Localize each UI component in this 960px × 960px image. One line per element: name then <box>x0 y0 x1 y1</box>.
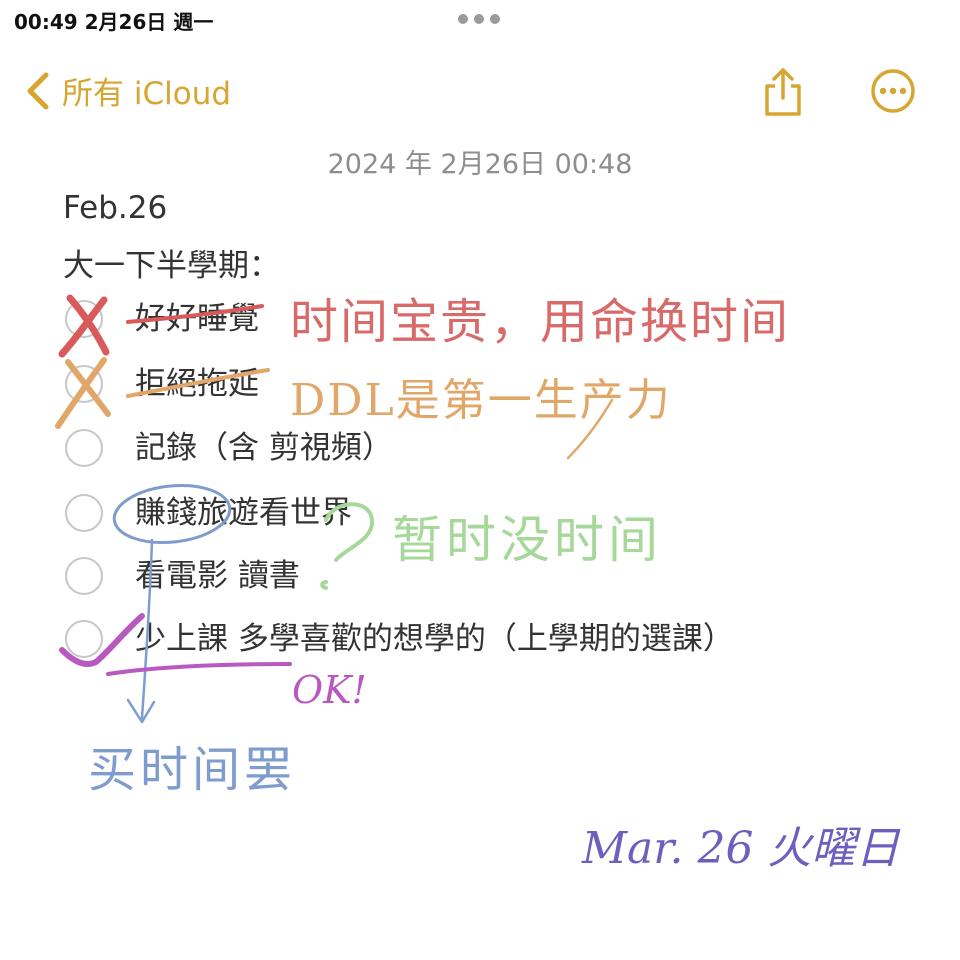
status-time: 00:49 2月26日 週一 <box>14 10 214 34</box>
checkbox-circle[interactable] <box>65 557 103 595</box>
share-button[interactable] <box>760 66 806 122</box>
chevron-left-icon <box>27 72 49 109</box>
back-button[interactable]: 所有 iCloud <box>24 68 231 113</box>
handwritten-note-green: 暂时没时间 <box>392 511 662 569</box>
handwritten-note-red: 时间宝贵，用命换时间 <box>290 294 791 350</box>
checkbox-circle[interactable] <box>65 429 103 467</box>
share-icon <box>765 68 801 116</box>
back-label: 所有 iCloud <box>62 76 232 112</box>
checkbox-circle[interactable] <box>65 300 103 338</box>
handwritten-note-orange: DDL是第一生产力 <box>290 375 672 426</box>
checklist-item[interactable]: 少上課 多學喜歡的想學的（上學期的選課） <box>63 619 863 663</box>
more-options-button[interactable] <box>870 68 916 118</box>
checklist-item-label: 看電影 讀書 <box>135 558 300 594</box>
multitasking-dots-icon[interactable] <box>458 14 500 24</box>
checklist-item-label: 記錄（含 剪視頻） <box>135 430 393 466</box>
checkbox-circle[interactable] <box>65 365 103 403</box>
handwritten-note-purple: OK! <box>292 668 367 712</box>
handwritten-signature: Mar. 26 火曜日 <box>582 823 900 874</box>
checklist-item-label: 好好睡覺 <box>135 301 259 337</box>
handwritten-note-blue: 买时间罢 <box>88 742 297 798</box>
purple-underline <box>106 662 292 676</box>
note-subtitle: 大一下半學期： <box>63 248 280 284</box>
checkbox-circle[interactable] <box>65 620 103 658</box>
checklist-item-label: 拒絕拖延 <box>135 366 259 402</box>
note-title: Feb.26 <box>63 190 168 226</box>
checkbox-circle[interactable] <box>65 494 103 532</box>
checklist-item-label: 少上課 多學喜歡的想學的（上學期的選課） <box>135 621 734 657</box>
checklist-item[interactable]: 記錄（含 剪視頻） <box>63 428 863 472</box>
blue-arrowhead <box>126 698 156 724</box>
checklist-item-label: 賺錢旅遊看世界 <box>135 495 352 531</box>
note-date: 2024 年 2月26日 00:48 <box>327 149 633 180</box>
ellipsis-circle-icon <box>871 69 915 113</box>
